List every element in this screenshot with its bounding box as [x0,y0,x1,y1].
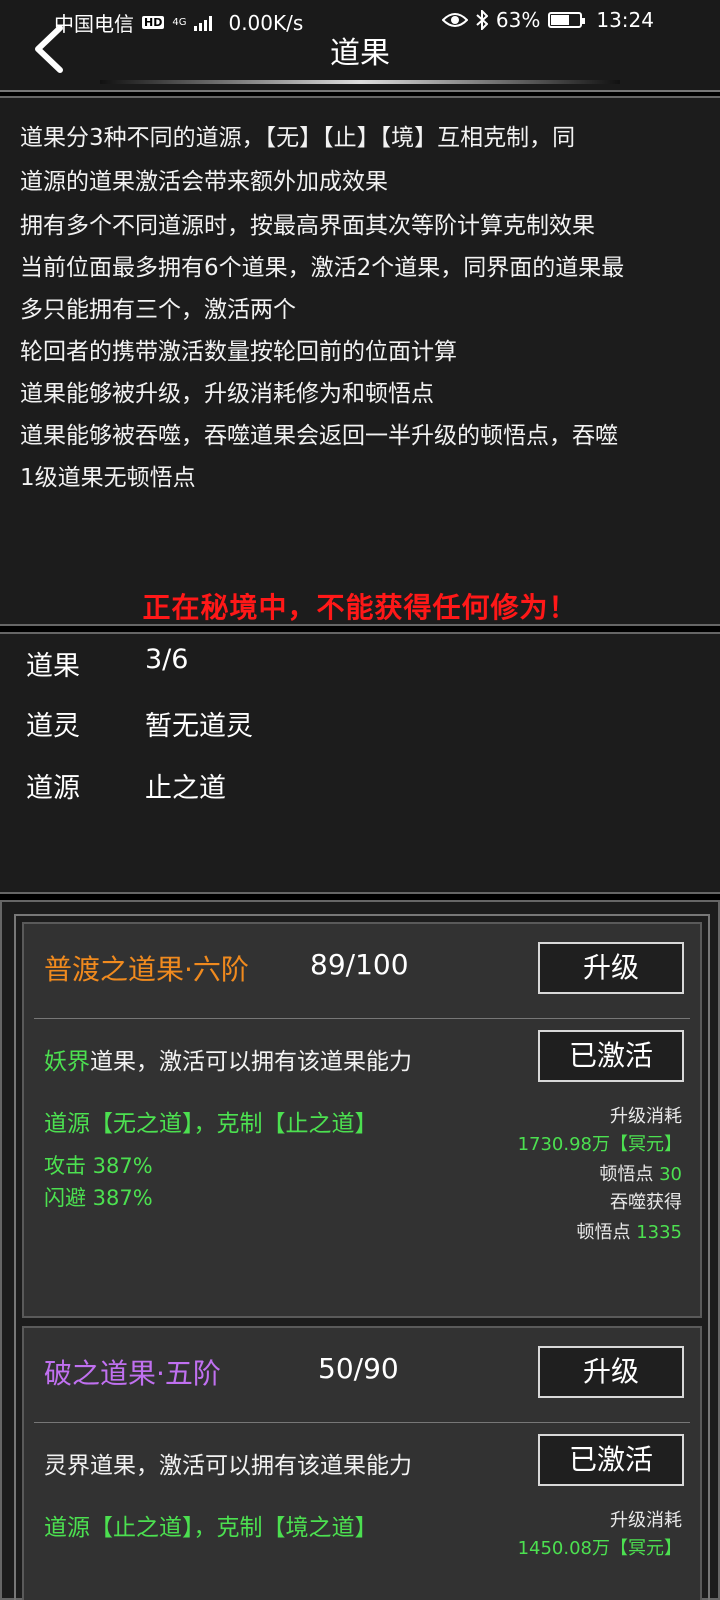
devour-label: 顿悟点 [576,1222,631,1243]
eye-icon [441,13,468,27]
dao-spirit-value: 暂无道灵 [145,711,253,742]
insight-label: 顿悟点 [599,1164,654,1185]
bluetooth-icon [476,10,488,30]
realm-text: 道果，激活可以拥有该道果能力 [90,1049,412,1075]
insight-value: 30 [659,1164,682,1185]
dao-fruit-progress: 89/100 [310,948,409,981]
rules-line: 道果分3种不同的道源，【无】【止】【境】互相克制，同 [20,125,576,151]
upgrade-cost-value: 1450.08万【冥元】 [517,1538,682,1559]
devour-title: 吞噬获得 [610,1192,682,1213]
card-divider [34,1018,690,1019]
rules-line: 拥有多个不同道源时，按最高界面其次等阶计算克制效果 [20,213,595,239]
rules-line: 1级道果无顿悟点 [20,465,196,491]
dao-fruit-progress: 50/90 [318,1352,399,1385]
realm-description: 妖界道果，激活可以拥有该道果能力 [44,1042,412,1076]
dao-fruit-count-label: 道果 [26,651,80,682]
network-type-label: 4G [172,16,187,28]
realm-description: 灵界道果，激活可以拥有该道果能力 [44,1446,412,1480]
upgrade-button[interactable]: 升级 [538,1346,684,1398]
rules-panel: 道果分3种不同的道源，【无】【止】【境】互相克制，同 道源的道果激活会带来额外加… [0,96,720,626]
battery-icon [548,12,586,28]
activated-button[interactable]: 已激活 [538,1030,684,1082]
rules-line: 道源的道果激活会带来额外加成效果 [20,169,388,195]
dao-source-label: 道源 [26,773,80,804]
title-divider [100,80,620,84]
dao-fruit-card: 普渡之道果·六阶 89/100 升级 妖界道果，激活可以拥有该道果能力 已激活 … [22,922,702,1318]
page-title: 道果 [330,36,390,71]
upgrade-cost-title: 升级消耗 [610,1510,682,1531]
upgrade-button[interactable]: 升级 [538,942,684,994]
upgrade-cost-value: 1730.98万【冥元】 [517,1134,682,1155]
secret-realm-warning: 正在秘境中，不能获得任何修为！ [142,591,578,624]
dao-fruit-name: 普渡之道果·六阶 [44,953,249,986]
realm-name: 妖界 [44,1049,90,1075]
rules-line: 道果能够被升级，升级消耗修为和顿悟点 [20,381,434,407]
dao-fruit-count-value: 3/6 [145,644,189,675]
realm-text: 灵界道果，激活可以拥有该道果能力 [44,1453,412,1479]
rules-line: 轮回者的携带激活数量按轮回前的位面计算 [20,339,457,365]
dao-source-value: 止之道 [145,773,226,804]
devour-value: 1335 [636,1222,682,1243]
dao-source-relation: 道源【无之道】，克制【止之道】 [44,1111,378,1137]
dao-fruit-name: 破之道果·五阶 [44,1357,221,1390]
dao-spirit-label: 道灵 [26,711,80,742]
devour-gain: 顿悟点 1335 [576,1218,682,1244]
top-bar: 中国电信 HD 4G 0.00K/s 63% 13:24 道果 [0,0,720,92]
activated-button[interactable]: 已激活 [538,1434,684,1486]
rules-line: 当前位面最多拥有6个道果，激活2个道果，同界面的道果最 [20,255,625,281]
stats-panel: 道果 3/6 道灵 暂无道灵 道源 止之道 [0,632,720,894]
rules-line: 道果能够被吞噬，吞噬道果会返回一半升级的顿悟点，吞噬 [20,423,618,449]
card-divider [34,1422,690,1423]
dodge-stat: 闪避 387% [44,1186,153,1210]
dao-fruit-list[interactable]: 普渡之道果·六阶 89/100 升级 妖界道果，激活可以拥有该道果能力 已激活 … [0,900,720,1600]
attack-stat: 攻击 387% [44,1154,153,1178]
rules-line: 多只能拥有三个，激活两个 [20,297,296,323]
upgrade-cost-title: 升级消耗 [610,1106,682,1127]
dao-fruit-card: 破之道果·五阶 50/90 升级 灵界道果，激活可以拥有该道果能力 已激活 道源… [22,1326,702,1600]
dao-source-relation: 道源【止之道】，克制【境之道】 [44,1515,378,1541]
insight-cost: 顿悟点 30 [599,1160,682,1186]
